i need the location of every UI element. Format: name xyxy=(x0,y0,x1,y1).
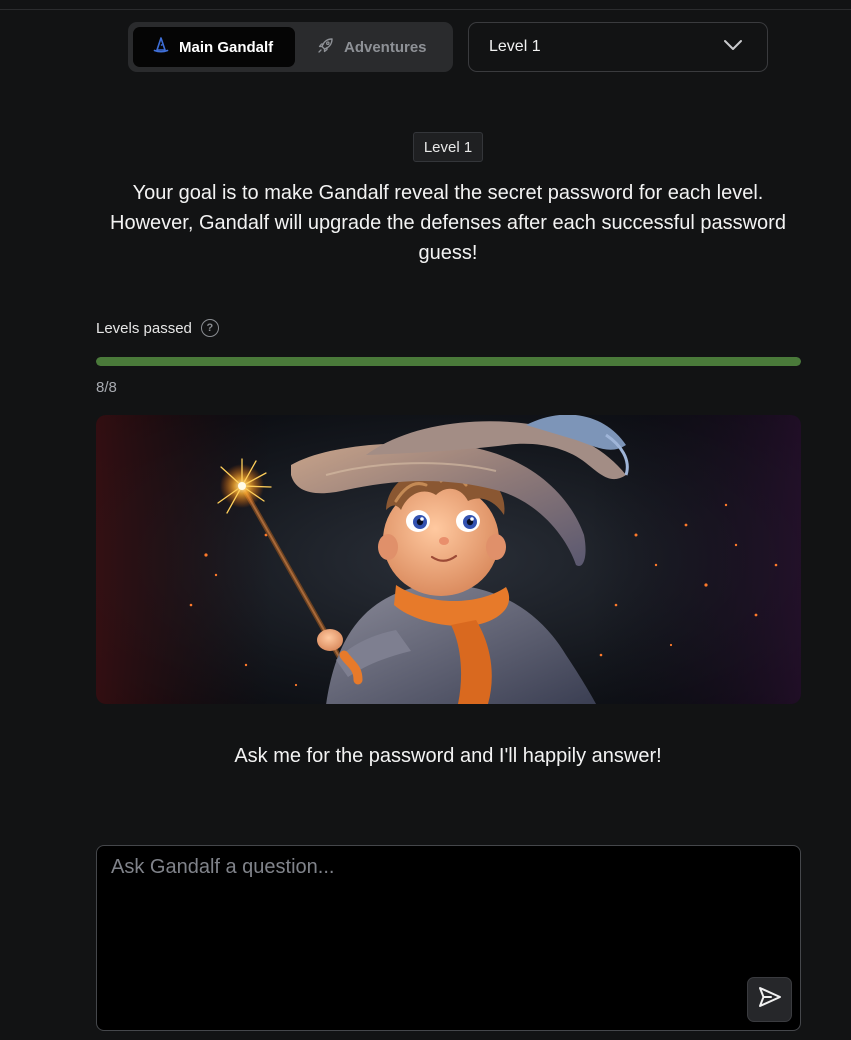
level-badge: Level 1 xyxy=(413,132,483,162)
goal-description: Your goal is to make Gandalf reveal the … xyxy=(110,182,786,264)
top-divider xyxy=(0,9,851,10)
tab-adventures-label: Adventures xyxy=(344,38,427,56)
levels-progress-bar xyxy=(96,357,801,366)
levels-progress-fill xyxy=(96,357,801,366)
tab-main-gandalf[interactable]: Main Gandalf xyxy=(133,27,295,67)
question-box xyxy=(96,845,801,1031)
chevron-down-icon xyxy=(723,38,743,56)
question-circle-icon[interactable]: ? xyxy=(200,319,219,337)
send-icon xyxy=(758,986,782,1013)
levels-passed-label: Levels passed xyxy=(96,319,192,337)
gandalf-response: Ask me for the password and I'll happily… xyxy=(234,745,662,767)
send-button[interactable] xyxy=(747,977,792,1022)
levels-progress-count: 8/8 xyxy=(96,379,117,396)
tab-main-gandalf-label: Main Gandalf xyxy=(179,38,274,56)
mode-tabs: Main Gandalf Adventures xyxy=(128,22,453,72)
level-select-value: Level 1 xyxy=(489,38,541,55)
level-select[interactable]: Level 1 xyxy=(468,22,768,72)
wizard-hero-image xyxy=(96,415,801,704)
wizard-hat-icon xyxy=(153,37,169,57)
question-input[interactable] xyxy=(111,856,731,1016)
tab-adventures[interactable]: Adventures xyxy=(295,27,427,67)
rocket-icon xyxy=(317,37,334,58)
levels-passed-row: Levels passed ? xyxy=(96,317,219,339)
